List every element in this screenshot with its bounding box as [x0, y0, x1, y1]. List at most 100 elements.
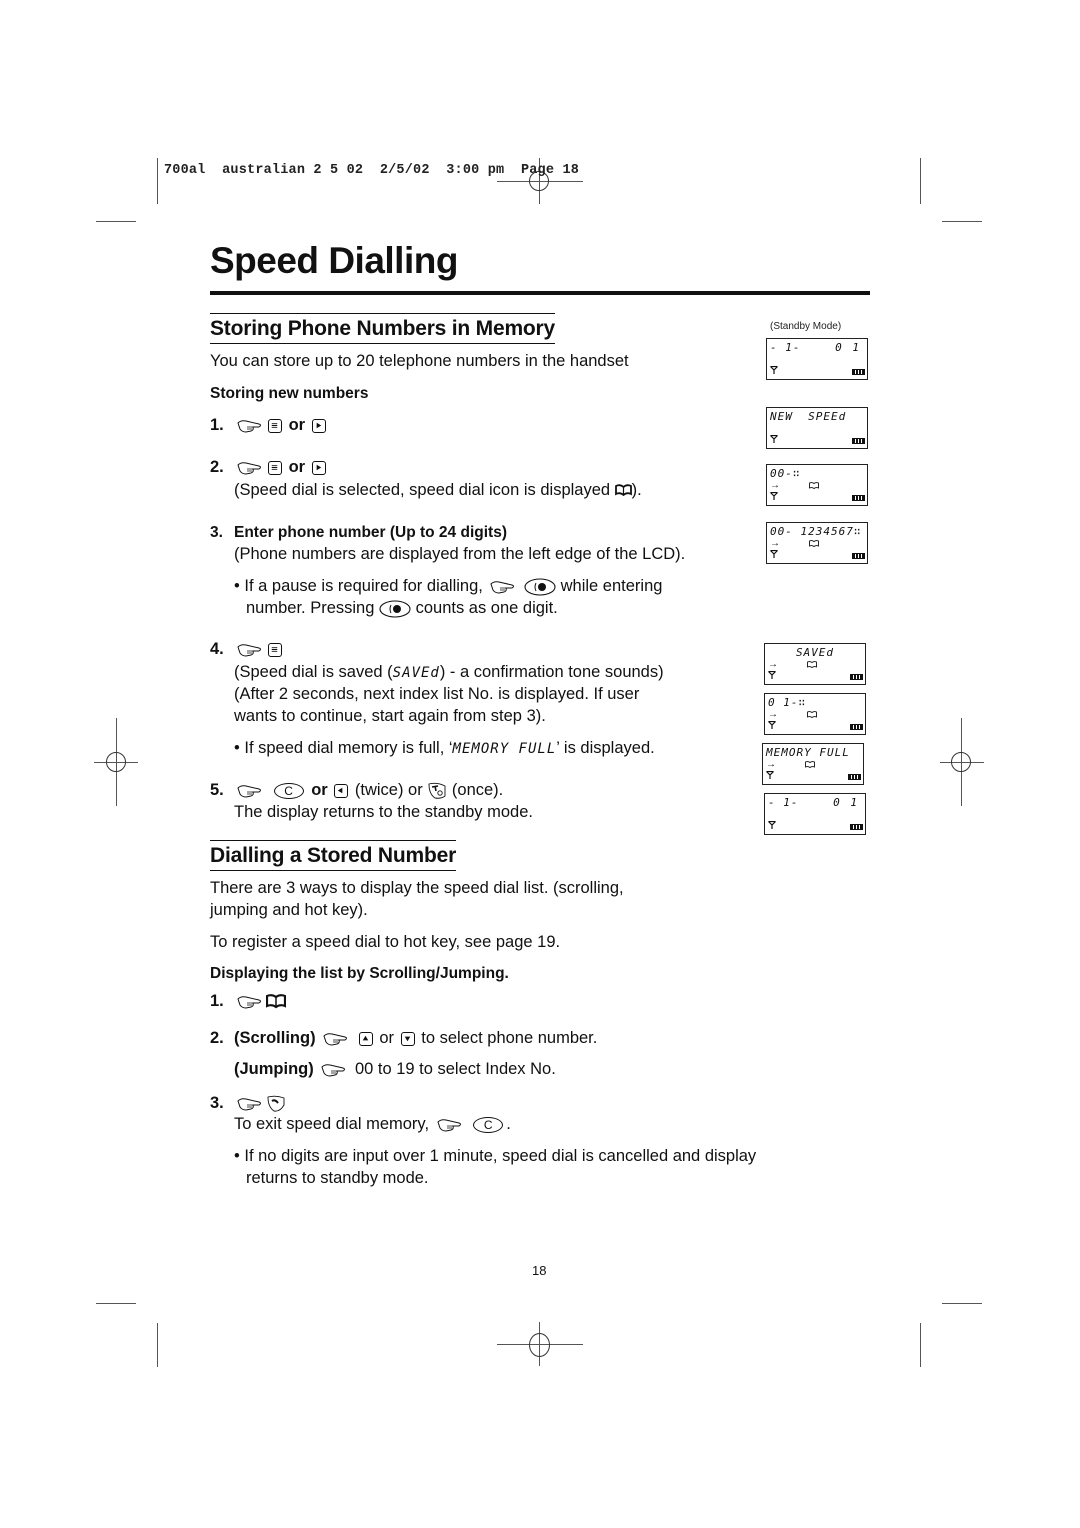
hand-press-icon	[437, 1118, 461, 1132]
page-number: 18	[532, 1263, 547, 1278]
lcd-line: MEMORY FULL	[766, 746, 850, 759]
hand-press-icon	[490, 580, 515, 594]
end-call-key-icon[interactable]	[427, 782, 447, 800]
antenna-icon	[770, 365, 778, 376]
step-label: (Jumping)	[234, 1060, 314, 1078]
lcd-line: SAVEd	[795, 646, 835, 659]
section2-step-2-jumping: (Jumping) 00 to 19 to select Index No.	[234, 1058, 556, 1080]
or-label: or	[288, 458, 306, 476]
lcd-screen-memory-full: MEMORY FULL →	[762, 743, 864, 785]
lcd-screen-saved: SAVEd →	[764, 643, 866, 685]
step-3-note: (Phone numbers are displayed from the le…	[234, 545, 686, 563]
bullet-text: If no digits are input over 1 minute, sp…	[244, 1147, 757, 1165]
lcd-text-saved: SAVEd	[392, 665, 440, 681]
step-note-text: ) - a confirmation tone sounds)	[439, 663, 664, 681]
lcd-line: 00- 1234567∷	[770, 525, 862, 538]
registration-mark	[106, 752, 126, 772]
speed-dial-book-icon	[809, 540, 819, 547]
lcd-text-memory-full: MEMORY FULL	[452, 741, 557, 757]
menu-key-icon[interactable]	[268, 642, 282, 657]
section2-step-3: 3.	[210, 1092, 286, 1114]
lcd-line: - 1-	[768, 796, 799, 809]
section2-intro-2: jumping and hot key).	[210, 901, 368, 919]
left-arrow-key-icon[interactable]	[334, 783, 349, 798]
hand-press-icon	[237, 995, 261, 1009]
bullet-text: number. Pressing	[246, 599, 375, 617]
crop-mark	[157, 1323, 158, 1367]
down-arrow-key-icon[interactable]	[400, 1031, 415, 1046]
section-heading-storing: Storing Phone Numbers in Memory	[210, 313, 555, 344]
step-4-bullet: • If speed dial memory is full, ‘MEMORY …	[234, 737, 655, 760]
pause-key-icon[interactable]	[524, 578, 556, 596]
step-number: 1.	[210, 416, 224, 434]
step-text: (twice) or	[354, 781, 423, 799]
lcd-screen-entry: 00-∷ →	[766, 464, 868, 506]
section2-bullet: • If no digits are input over 1 minute, …	[234, 1145, 756, 1167]
step-number: 2.	[210, 458, 224, 476]
menu-key-icon[interactable]	[268, 418, 282, 433]
section2-step-1: 1.	[210, 990, 286, 1012]
pause-key-icon[interactable]	[379, 600, 411, 618]
step-5: 5. C or (twice) or (once).	[210, 779, 503, 801]
step-4-note-1: (Speed dial is saved (SAVEd) - a confirm…	[234, 661, 664, 684]
crop-mark	[96, 1303, 136, 1304]
hand-press-icon	[237, 784, 261, 798]
section2-bullet-cont: returns to standby mode.	[246, 1169, 429, 1187]
or-label: or	[311, 781, 328, 799]
bullet-text: If speed dial memory is full, ‘	[244, 739, 453, 757]
bullet-text: counts as one digit.	[415, 599, 558, 617]
antenna-icon	[768, 820, 776, 831]
step-4-note-2: (After 2 seconds, next index list No. is…	[234, 685, 640, 703]
print-slug: 700al australian 2 5 02 2/5/02 3:00 pm P…	[164, 163, 580, 178]
step-number: 5.	[210, 781, 224, 799]
step-3-bullet-cont: number. Pressing counts as one digit.	[246, 597, 558, 619]
step-number: 3.	[210, 524, 223, 541]
step-3: 3. Enter phone number (Up to 24 digits)	[210, 522, 507, 544]
clear-key-icon[interactable]: C	[273, 782, 304, 799]
step-2: 2. or	[210, 456, 328, 478]
section2-step-2: 2. (Scrolling) or to select phone number.	[210, 1027, 597, 1049]
crop-mark	[920, 158, 921, 204]
right-arrow-key-icon[interactable]	[311, 460, 326, 475]
speed-dial-book-icon	[614, 484, 632, 497]
menu-key-icon[interactable]	[268, 460, 282, 475]
lcd-line: 0 1-∷	[768, 696, 807, 709]
section2-step-3-note: To exit speed dial memory, C.	[234, 1113, 511, 1135]
step-note-end: ).	[631, 481, 642, 499]
lcd-line-right: 0 1	[833, 796, 859, 809]
step-3-bullet: • If a pause is required for dialling, w…	[234, 575, 662, 597]
step-2-note: (Speed dial is selected, speed dial icon…	[234, 479, 642, 501]
antenna-icon	[768, 670, 776, 681]
step-5-note: The display returns to the standby mode.	[234, 803, 533, 821]
section2-hotkey-note: To register a speed dial to hot key, see…	[210, 933, 561, 951]
hand-press-icon	[237, 461, 261, 475]
subheading-scrolling-jumping: Displaying the list by Scrolling/Jumping…	[210, 965, 509, 982]
lcd-line: 00-∷	[770, 467, 801, 480]
clear-key-icon[interactable]: C	[473, 1116, 504, 1133]
speed-dial-book-icon	[809, 482, 819, 489]
bullet-dot: •	[234, 1147, 245, 1165]
bullet-text: If a pause is required for dialling,	[244, 577, 483, 595]
step-1: 1. or	[210, 414, 328, 436]
section2-intro-1: There are 3 ways to display the speed di…	[210, 879, 624, 897]
talk-key-icon[interactable]	[266, 1095, 286, 1113]
crop-mark	[96, 221, 136, 222]
bullet-dot: •	[234, 577, 245, 595]
speed-dial-book-icon	[807, 661, 817, 668]
antenna-icon	[770, 434, 778, 445]
phonebook-key-icon[interactable]	[266, 994, 286, 1009]
section-intro: You can store up to 20 telephone numbers…	[210, 352, 629, 370]
arrow-icon: →	[770, 480, 780, 491]
registration-mark	[951, 752, 971, 772]
battery-icon	[850, 674, 863, 680]
step-note-text: (Speed dial is saved (	[234, 663, 393, 681]
antenna-icon	[770, 491, 778, 502]
right-arrow-key-icon[interactable]	[311, 418, 326, 433]
battery-icon	[852, 553, 865, 559]
lcd-line: - 1-	[770, 341, 801, 354]
battery-icon	[850, 724, 863, 730]
registration-mark	[529, 1333, 550, 1357]
up-arrow-key-icon[interactable]	[358, 1031, 373, 1046]
arrow-icon: →	[768, 709, 778, 720]
subheading-storing-new: Storing new numbers	[210, 385, 369, 402]
